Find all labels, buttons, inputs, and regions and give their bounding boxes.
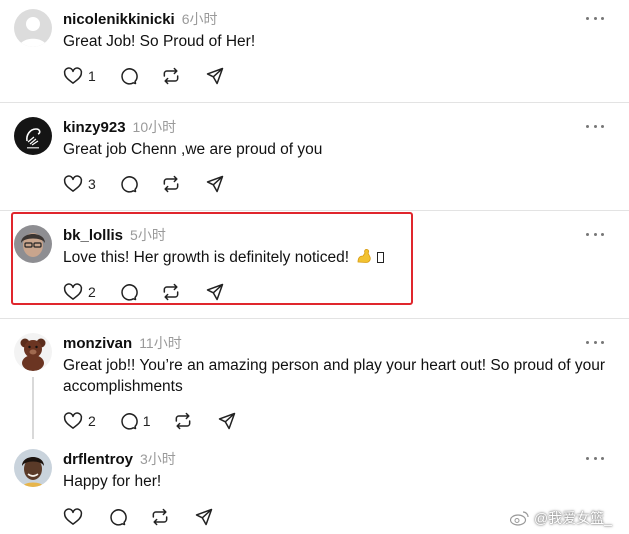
divider [0,318,629,319]
comment-icon [121,284,138,301]
scorpion-logo-avatar-icon [14,117,52,155]
repost-icon [152,508,168,526]
teddy-bear-avatar-icon [14,333,52,371]
share-button[interactable] [205,65,225,87]
more-icon[interactable] [586,451,604,465]
watermark-text: @我爱女篮_ [534,510,612,526]
divider [0,210,629,211]
heart-icon [63,67,83,84]
repost-button[interactable] [161,65,181,87]
more-icon[interactable] [586,335,604,349]
post-header: nicolenikkinicki 6小时 [63,9,218,29]
avatar[interactable] [14,9,52,47]
action-bar: 2 [63,281,225,303]
repost-icon [163,175,179,193]
repost-button[interactable] [161,281,181,303]
send-icon [206,175,224,193]
share-button[interactable] [205,281,225,303]
comment-icon [121,176,138,193]
comment-icon [110,509,127,526]
reply-button[interactable] [107,506,127,528]
like-button[interactable]: 3 [63,173,96,195]
action-bar: 3 [63,173,225,195]
avatar[interactable] [14,117,52,155]
action-bar: 2 1 [63,410,237,432]
timestamp: 11小时 [139,335,182,351]
user-photo-avatar-icon [14,225,52,263]
like-button[interactable] [63,506,83,528]
post-header: bk_lollis 5小时 [63,225,166,245]
username[interactable]: nicolenikkinicki [63,11,175,28]
like-count: 1 [88,68,96,84]
post-text-content: Love this! Her growth is definitely noti… [63,249,350,266]
timestamp: 3小时 [140,451,176,467]
post-text: Great job!! You’re an amazing person and… [63,357,605,395]
send-icon [206,67,224,85]
reply-button[interactable] [118,65,138,87]
comment-icon [121,413,138,430]
like-button[interactable]: 2 [63,410,96,432]
post-text: Happy for her! [63,473,162,490]
like-button[interactable]: 1 [63,65,96,87]
weibo-logo-icon [510,511,529,526]
reply-button[interactable] [118,281,138,303]
unsupported-glyph-icon [377,252,385,263]
post-header: drflentroy 3小时 [63,449,176,469]
like-count: 3 [88,176,96,192]
avatar[interactable] [14,449,52,487]
divider [0,102,629,103]
reply-count: 1 [142,413,151,429]
post-text: Great job Chenn ,we are proud of you [63,141,323,158]
action-bar [63,506,214,528]
comment-icon [121,68,138,85]
like-button[interactable]: 2 [63,281,96,303]
send-icon [218,412,235,430]
thread-line [32,377,34,439]
avatar[interactable] [14,333,52,371]
share-button[interactable] [217,410,237,432]
user-photo-avatar-icon [14,449,52,487]
heart-icon [63,283,83,300]
heart-icon [63,412,83,429]
post-header: monzivan 11小时 [63,333,182,353]
more-icon[interactable] [586,119,604,133]
repost-button[interactable] [173,410,193,432]
username[interactable]: monzivan [63,335,132,352]
username[interactable]: kinzy923 [63,119,126,136]
action-bar: 1 [63,65,225,87]
share-button[interactable] [194,506,214,528]
post-text: Great Job! So Proud of Her! [63,33,256,50]
avatar[interactable] [14,225,52,263]
timestamp: 6小时 [181,11,218,27]
default-avatar-icon [14,9,52,47]
repost-button[interactable] [150,506,170,528]
repost-icon [163,67,179,85]
flexed-biceps-emoji-icon [356,248,373,270]
more-icon[interactable] [586,227,604,241]
timestamp: 5小时 [130,227,166,243]
repost-icon [163,283,179,301]
repost-button[interactable] [161,173,181,195]
like-count: 2 [88,284,96,300]
heart-icon [63,508,83,525]
send-icon [195,508,213,526]
watermark: @我爱女篮_ [510,508,612,528]
like-count: 2 [88,413,96,429]
heart-icon [63,175,83,192]
send-icon [206,283,224,301]
post-header: kinzy923 10小时 [63,117,176,137]
share-button[interactable] [205,173,225,195]
timestamp: 10小时 [132,119,177,135]
reply-button[interactable]: 1 [118,410,151,432]
username[interactable]: drflentroy [63,451,133,468]
more-icon[interactable] [586,11,604,25]
post-text: Love this! Her growth is definitely noti… [63,247,608,270]
reply-button[interactable] [118,173,138,195]
repost-icon [175,412,191,430]
username[interactable]: bk_lollis [63,227,123,244]
